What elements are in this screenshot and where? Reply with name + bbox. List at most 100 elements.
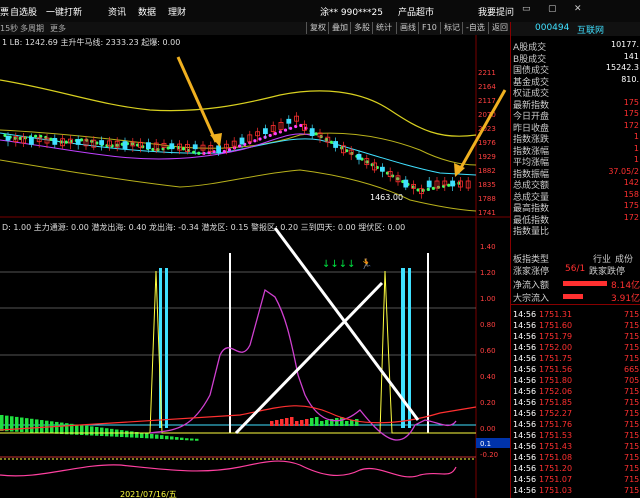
trend-dot bbox=[385, 171, 390, 175]
multi-stock-button[interactable]: 多股 bbox=[350, 22, 373, 34]
tick-time: 14:56 bbox=[513, 332, 537, 341]
trend-dot bbox=[375, 165, 379, 170]
tick-volume: 715 bbox=[624, 442, 640, 451]
green-bar bbox=[100, 427, 104, 436]
restore-icon[interactable]: ▢ bbox=[548, 4, 557, 14]
indicator-tick-label: 1.20 bbox=[480, 269, 496, 277]
green-bar bbox=[195, 438, 199, 441]
current-value-marker: 0.1 bbox=[480, 440, 491, 448]
trend-dot bbox=[324, 137, 328, 142]
account-name[interactable]: 涂** 990***25 bbox=[320, 5, 383, 18]
multi-period-button[interactable]: 多周期 bbox=[20, 23, 44, 34]
chart-toolbar: 15秒 多周期 更多 复权 叠加 多股 统计 画线 F10 标记 -自选 返回 bbox=[0, 22, 510, 36]
tick-volume: 705 bbox=[624, 376, 640, 385]
green-bar bbox=[85, 425, 89, 436]
stat-value: 142 bbox=[623, 178, 639, 187]
draw-line-button[interactable]: 画线 bbox=[396, 22, 419, 34]
period-selector[interactable]: 15秒 bbox=[0, 23, 18, 34]
price-tick-label: 1835 bbox=[478, 181, 496, 189]
indicator-bar bbox=[335, 418, 339, 426]
stat-label: 指数量比 bbox=[513, 227, 550, 237]
trend-dot bbox=[268, 133, 272, 138]
low-price-annotation: 1463.00 bbox=[370, 193, 403, 202]
trend-dot bbox=[299, 123, 303, 128]
tick-price: 1751.80 bbox=[539, 376, 573, 385]
green-bar bbox=[35, 419, 39, 433]
adjust-button[interactable]: 复权 bbox=[306, 22, 329, 34]
menu-item-finance[interactable]: 理财 bbox=[168, 5, 186, 18]
tick-time: 14:56 bbox=[513, 475, 537, 484]
green-bar bbox=[155, 434, 159, 439]
tick-time: 14:56 bbox=[513, 486, 537, 495]
trend-dot bbox=[304, 126, 308, 130]
green-bar bbox=[170, 436, 174, 440]
stat-value: 1 bbox=[633, 132, 639, 141]
indicator-bar bbox=[325, 420, 329, 426]
minimize-icon[interactable]: ▭ bbox=[522, 4, 531, 14]
indicator-tick-label: 0.80 bbox=[480, 321, 496, 329]
overlay-button[interactable]: 叠加 bbox=[328, 22, 351, 34]
trend-dot bbox=[181, 147, 186, 151]
indicator-bar bbox=[315, 417, 319, 426]
tick-price: 1751.53 bbox=[539, 431, 573, 440]
close-icon[interactable]: ✕ bbox=[574, 4, 582, 14]
tick-time: 14:56 bbox=[513, 343, 537, 352]
stat-value: 175 bbox=[623, 201, 639, 210]
menu-item-market[interactable]: 产品超市 bbox=[398, 5, 434, 18]
menu-item-news[interactable]: 资讯 bbox=[108, 5, 126, 18]
statistics-button[interactable]: 统计 bbox=[372, 22, 395, 34]
menu-item-watchlist[interactable]: 自选股 bbox=[10, 5, 37, 18]
stat-value: 175 bbox=[623, 97, 639, 107]
green-bar bbox=[160, 435, 164, 439]
tick-volume: 715 bbox=[624, 310, 640, 319]
tick-volume: 665 bbox=[624, 365, 640, 374]
f10-button[interactable]: F10 bbox=[418, 22, 440, 34]
stat-value: 37.05/2 bbox=[608, 166, 639, 176]
tick-volume: 715 bbox=[624, 398, 640, 407]
green-bar bbox=[25, 418, 29, 433]
trend-dot bbox=[278, 130, 282, 134]
updown-label: 涨家涨停 bbox=[513, 267, 550, 277]
tick-price: 1752.06 bbox=[539, 387, 573, 396]
green-bar bbox=[145, 433, 149, 439]
trend-dot bbox=[197, 151, 201, 155]
trend-dot bbox=[289, 126, 293, 130]
menu-item-0[interactable]: 票 bbox=[0, 5, 9, 18]
remove-watchlist-button[interactable]: -自选 bbox=[462, 22, 488, 34]
trend-dot bbox=[49, 137, 53, 141]
more-button[interactable]: 更多 bbox=[50, 23, 66, 34]
mark-button[interactable]: 标记 bbox=[440, 22, 463, 34]
green-bar bbox=[105, 428, 109, 437]
tick-price: 1751.76 bbox=[539, 420, 573, 429]
indicator-tick-label: 1.00 bbox=[480, 295, 496, 303]
green-bar bbox=[90, 426, 94, 436]
menu-item-data[interactable]: 数据 bbox=[138, 5, 156, 18]
indicator-tick-label: 1.40 bbox=[480, 243, 496, 251]
trend-dot bbox=[238, 144, 242, 148]
trend-dot bbox=[283, 128, 288, 132]
tick-price: 1751.56 bbox=[539, 365, 573, 374]
green-bar bbox=[175, 437, 179, 440]
quote-panel: 000494 互联网 A股成交 10177. B股成交 141 国债成交 15242.3 基… bbox=[510, 22, 640, 498]
tick-price: 1751.03 bbox=[539, 486, 573, 495]
stat-value: 15242.3 bbox=[605, 63, 639, 72]
trend-dot bbox=[258, 137, 262, 141]
menu-bar: 票 自选股 一键打新 资讯 数据 理财 涂** 990***25 产品超市 我要… bbox=[0, 0, 640, 23]
green-bar bbox=[55, 421, 59, 434]
menu-item-ipo[interactable]: 一键打新 bbox=[46, 5, 82, 18]
stat-value: 810. bbox=[621, 74, 639, 84]
green-bar bbox=[20, 417, 24, 432]
quote-header: 000494 互联网 bbox=[511, 22, 640, 36]
stat-value: 10177. bbox=[611, 40, 639, 49]
block-inflow-value: 3.91亿 bbox=[611, 294, 640, 304]
tick-time: 14:56 bbox=[513, 442, 537, 451]
tick-price: 1751.07 bbox=[539, 475, 573, 484]
tick-time: 14:56 bbox=[513, 365, 537, 374]
tick-volume: 715 bbox=[624, 409, 640, 418]
help-button[interactable]: 我要提问 bbox=[478, 5, 514, 18]
price-tick-label: 1741 bbox=[478, 209, 496, 217]
indicator-axis: 1.40 1.20 1.00 0.80 0.60 0.40 0.20 0.00 -0.20 bbox=[480, 243, 498, 459]
kline-chart[interactable]: 1 LB: 1242.69 主升牛马线: 2333.23 起爆: 0.00 D:… bbox=[0, 35, 510, 498]
back-button[interactable]: 返回 bbox=[488, 22, 511, 34]
green-bar bbox=[150, 433, 154, 439]
